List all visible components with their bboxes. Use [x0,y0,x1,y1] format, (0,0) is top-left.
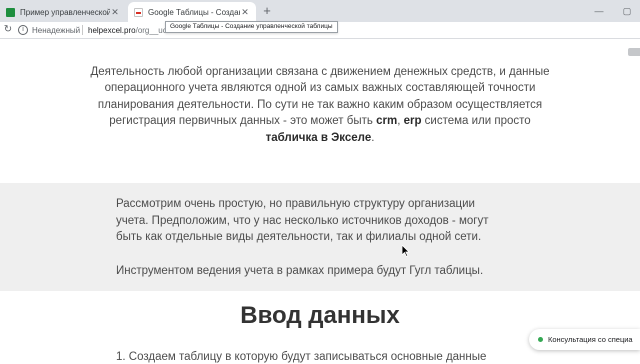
info-icon[interactable]: i [18,25,28,35]
close-icon[interactable]: ✕ [240,7,250,18]
intro-period: . [371,131,375,144]
consultation-label: Консультация со специа [548,335,633,344]
mouse-cursor-icon [402,245,410,257]
minimize-icon[interactable]: — [592,4,606,18]
security-label[interactable]: Ненадежный [32,25,80,36]
maximize-icon[interactable]: ▢ [620,4,634,18]
tab-tooltip: Google Таблицы - Создание управленческой… [165,21,338,33]
tab-title: Google Таблицы - Создание у [148,7,240,17]
url-field[interactable]: helpexcel.pro/org__uch [88,25,171,36]
tool-paragraph: Инструментом ведения учета в рамках прим… [116,265,484,277]
google-doc-icon [134,7,143,17]
tab-title: Пример управленческой таб [20,7,110,17]
new-tab-button[interactable]: + [260,4,274,18]
excel-text: табличка в Экселе [265,131,372,144]
intro-text-2: система или просто [421,115,531,128]
tab-strip: Пример управленческой таб ✕ Google Табли… [0,0,640,22]
divider [82,25,83,35]
crm-text: crm [376,115,398,128]
erp-text: erp [403,115,422,128]
reload-icon[interactable]: ↻ [2,24,14,36]
intro-paragraph: Деятельность любой организации связана с… [90,64,550,146]
sheets-icon [6,7,15,17]
consultation-widget[interactable]: Консультация со специа [529,329,640,350]
close-icon[interactable]: ✕ [110,7,120,18]
list-item: 1. Создаем таблицу в которую будут запис… [116,351,487,363]
page-content: Деятельность любой организации связана с… [0,40,640,363]
structure-paragraph: Рассмотрим очень простую, но правильную … [116,198,489,244]
online-status-icon [538,337,543,342]
highlight-block: Рассмотрим очень простую, но правильную … [0,183,640,291]
url-domain: helpexcel.pro [88,26,136,35]
tab-google-sheets-article[interactable]: Google Таблицы - Создание у ✕ [128,2,256,22]
section-heading: Ввод данных [240,302,400,329]
tab-example-table[interactable]: Пример управленческой таб ✕ [0,2,126,22]
